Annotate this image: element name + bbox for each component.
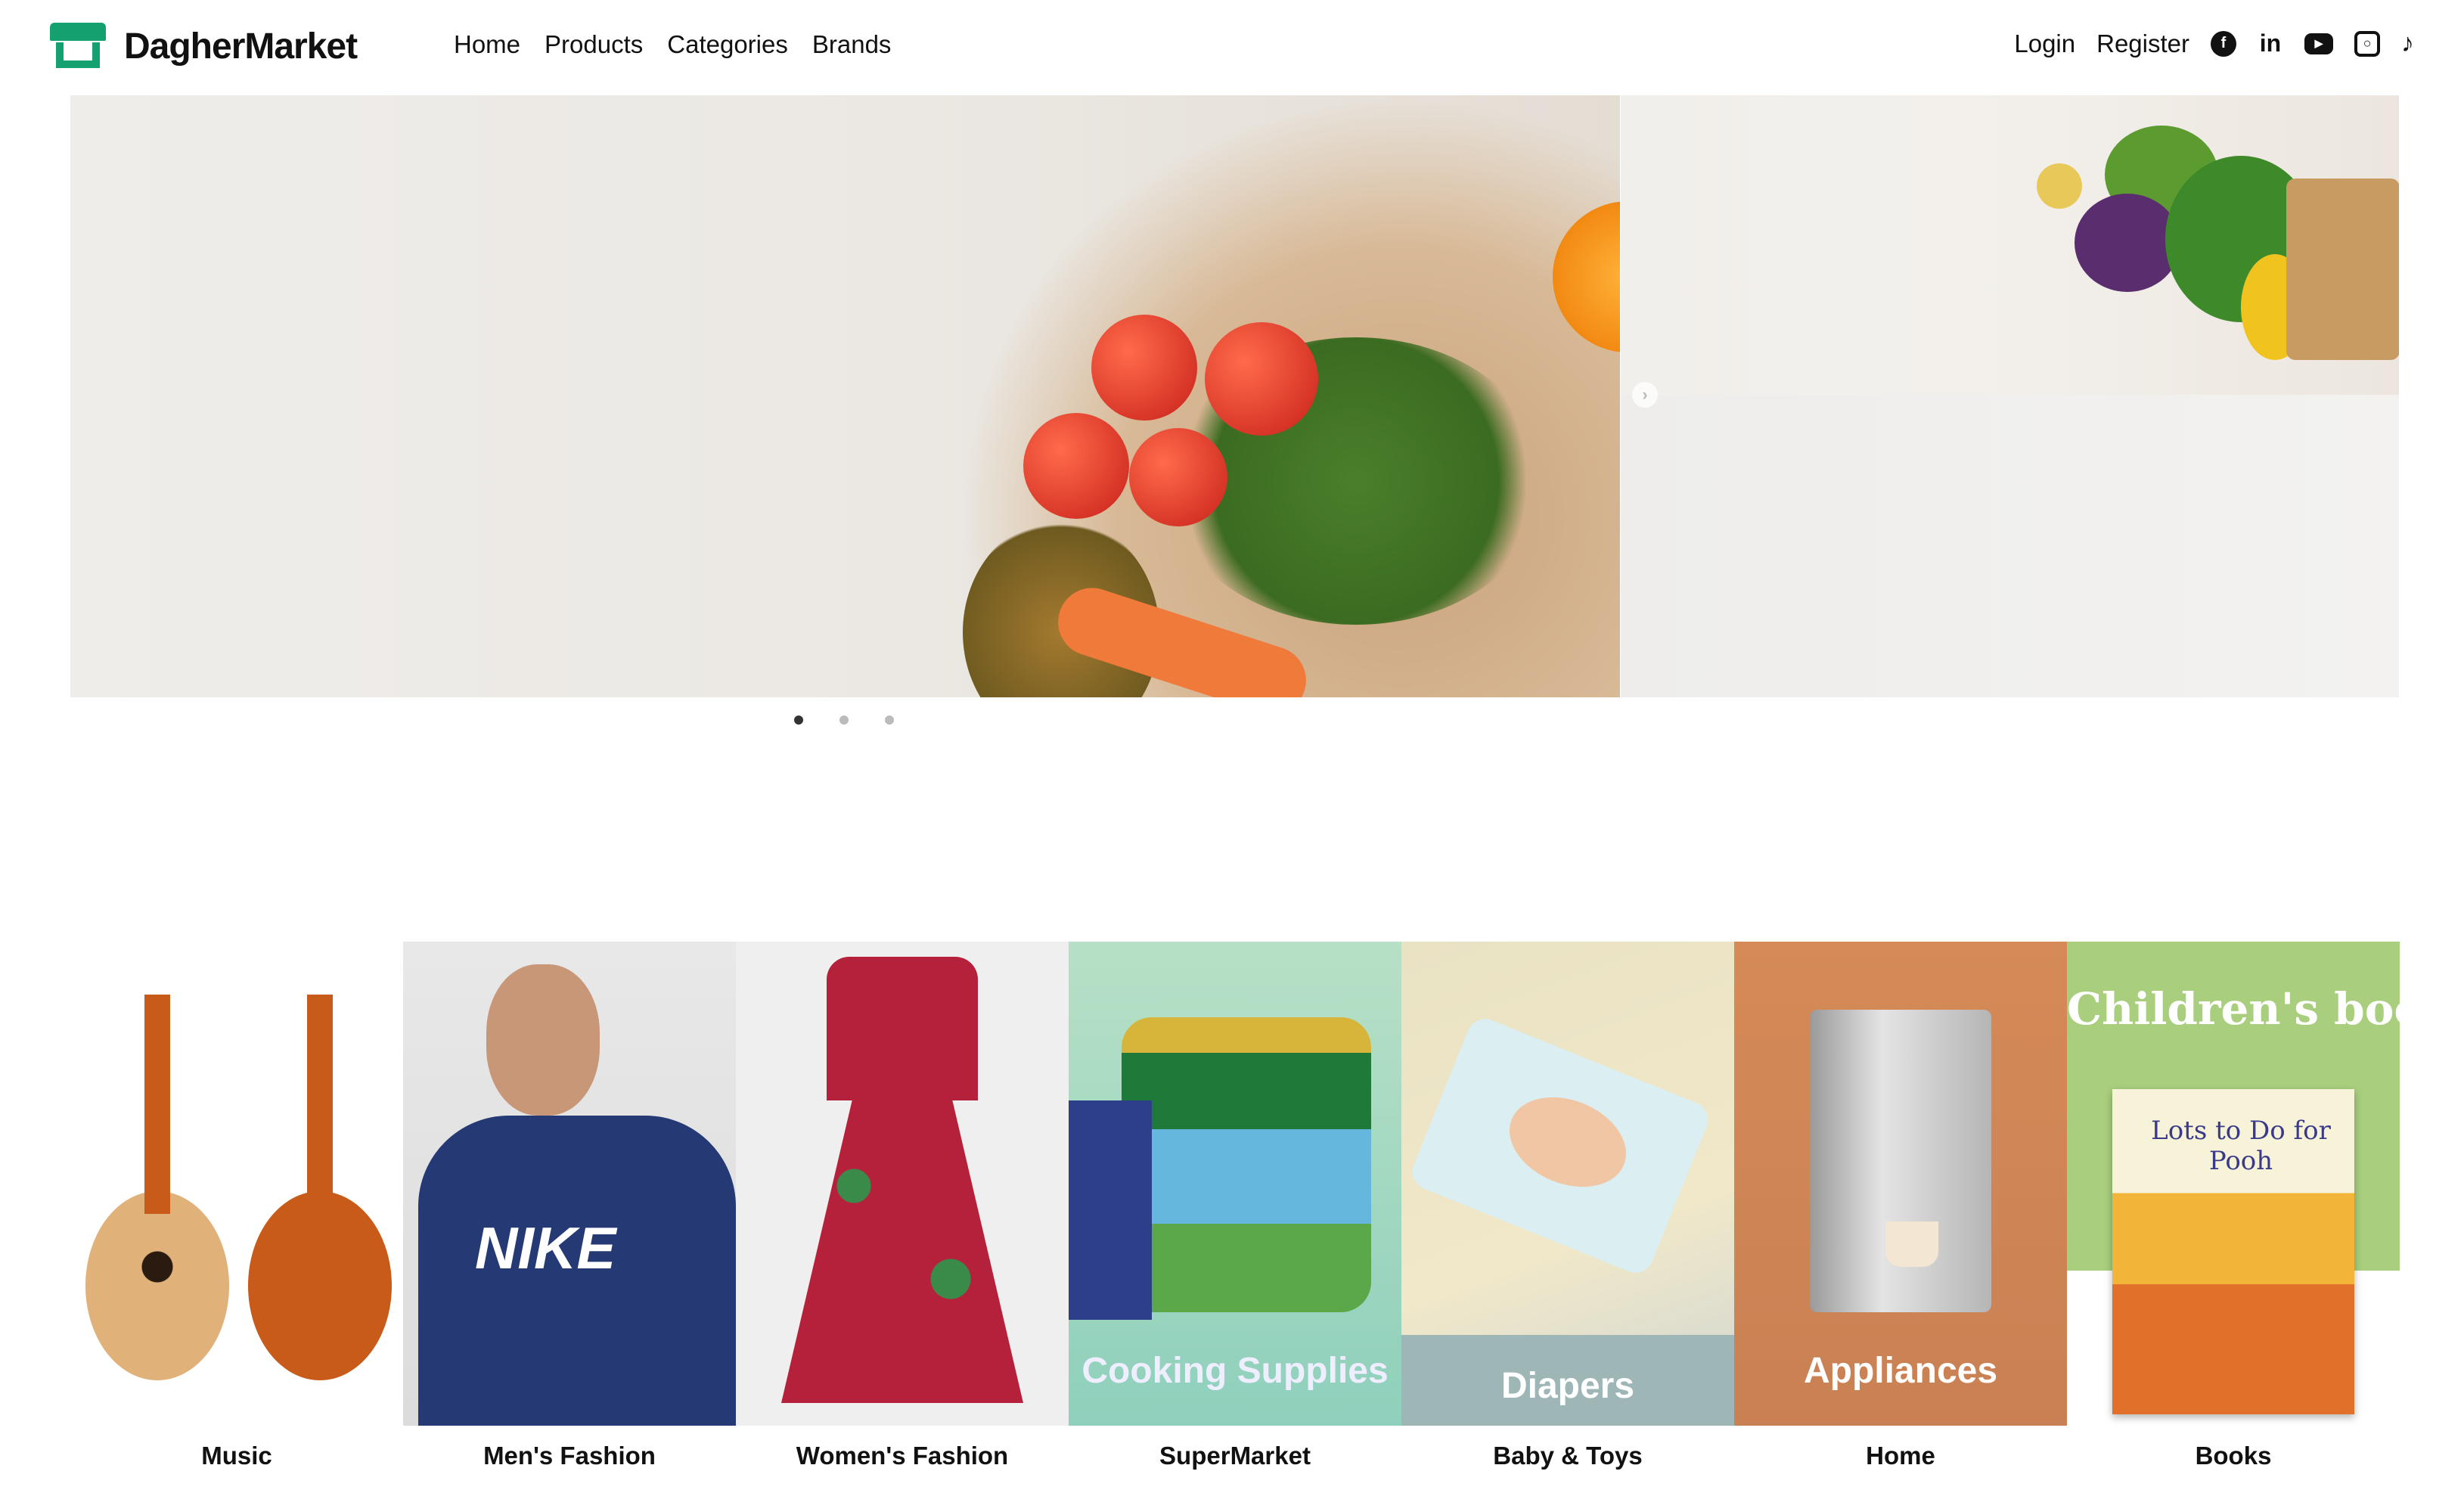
carousel-dot-1[interactable]: [794, 715, 803, 725]
navbar: DagherMarket Home Products Categories Br…: [0, 0, 2464, 95]
nav-right: Login Register f in ▶ ○ ♪: [2014, 29, 2414, 58]
category-label: Books: [2195, 1442, 2272, 1470]
category-label: Home: [1866, 1442, 1935, 1470]
register-link[interactable]: Register: [2096, 29, 2189, 58]
category-overlay-text: Diapers: [1500, 1366, 1635, 1406]
menu-item-products[interactable]: Products: [545, 30, 643, 59]
category-card-supermarket[interactable]: Cooking Supplies SuperMarket: [1069, 942, 1401, 1486]
carousel-next-icon[interactable]: ›: [1632, 382, 1658, 408]
category-card-mens-fashion[interactable]: NIKE Men's Fashion: [403, 942, 736, 1486]
category-image[interactable]: NIKE: [403, 942, 736, 1426]
menu-item-brands[interactable]: Brands: [812, 30, 892, 59]
category-image[interactable]: Diapers: [1401, 942, 1734, 1426]
category-card-music[interactable]: Music: [70, 942, 403, 1486]
category-label: Baby & Toys: [1493, 1442, 1643, 1470]
brand-name: DagherMarket: [124, 26, 358, 67]
category-label: SuperMarket: [1159, 1442, 1311, 1470]
menu-item-home[interactable]: Home: [454, 30, 520, 59]
carousel-dot-2[interactable]: [839, 715, 849, 725]
tiktok-icon[interactable]: ♪: [2401, 29, 2414, 58]
category-label: Music: [201, 1442, 272, 1470]
category-label: Women's Fashion: [796, 1442, 1009, 1470]
category-image[interactable]: Cooking Supplies: [1069, 942, 1401, 1426]
category-card-books[interactable]: Children's books Lots to Do for Pooh Boo…: [2067, 942, 2400, 1486]
login-link[interactable]: Login: [2014, 29, 2075, 58]
linkedin-icon[interactable]: in: [2258, 29, 2283, 57]
category-label: Men's Fashion: [483, 1442, 656, 1470]
youtube-icon[interactable]: ▶: [2304, 33, 2333, 54]
category-overlay-text: Appliances: [1803, 1351, 1998, 1391]
category-card-home[interactable]: Appliances Home: [1734, 942, 2067, 1486]
hero-slide-image[interactable]: [70, 95, 1620, 697]
store-logo-icon: [50, 23, 106, 70]
category-overlay-text: Children's books: [2067, 983, 2400, 1035]
hero-side-banners[interactable]: [1621, 95, 2399, 697]
category-card-womens-fashion[interactable]: Women's Fashion: [736, 942, 1069, 1486]
facebook-icon[interactable]: f: [2211, 30, 2236, 57]
main-menu: Home Products Categories Brands: [454, 30, 891, 59]
category-list: Music NIKE Men's Fashion Women's Fashion…: [70, 942, 2400, 1486]
category-image[interactable]: Appliances: [1734, 942, 2067, 1426]
category-card-baby-toys[interactable]: Diapers Baby & Toys: [1401, 942, 1734, 1486]
brand-link[interactable]: DagherMarket: [50, 23, 358, 70]
vegetables-banner[interactable]: [1621, 95, 2399, 395]
bread-banner[interactable]: [1621, 395, 2399, 697]
category-image[interactable]: [70, 942, 403, 1426]
carousel-dot-3[interactable]: [885, 715, 894, 725]
category-image[interactable]: Children's books Lots to Do for Pooh: [2067, 942, 2400, 1426]
carousel-dots: [794, 715, 894, 725]
category-overlay-text: Cooking Supplies: [1081, 1351, 1389, 1391]
menu-item-categories[interactable]: Categories: [667, 30, 788, 59]
instagram-icon[interactable]: ○: [2354, 30, 2380, 57]
category-image[interactable]: [736, 942, 1069, 1426]
